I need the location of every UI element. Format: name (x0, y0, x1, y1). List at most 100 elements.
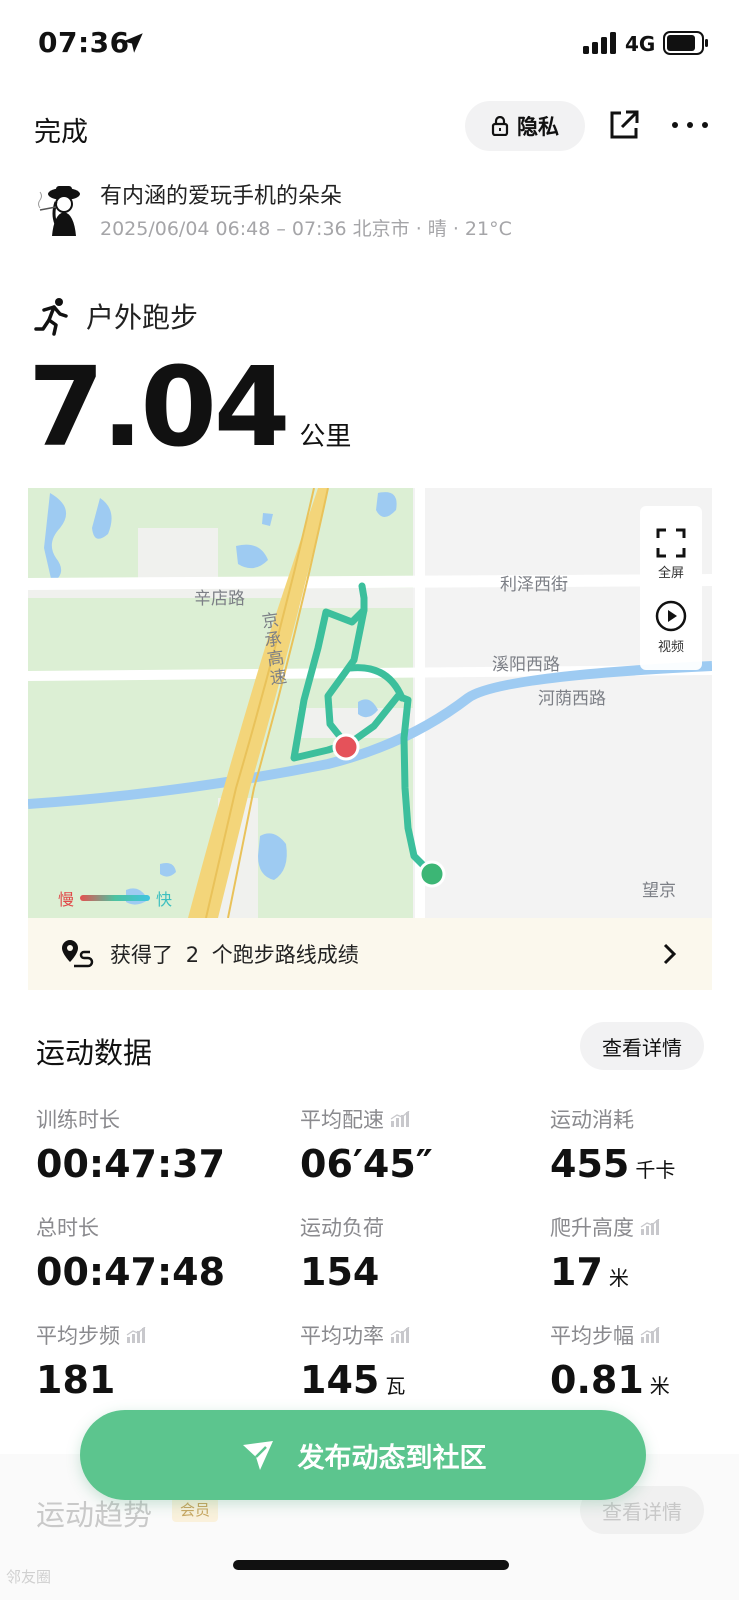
route-pin-icon (62, 940, 94, 968)
more-options-icon[interactable] (670, 108, 710, 142)
stat-value-text: 0.81 (550, 1358, 644, 1402)
publish-to-community-button[interactable]: 发布动态到社区 (80, 1410, 646, 1500)
stat-item: 总时长 00:47:48 (36, 1212, 225, 1294)
done-button[interactable]: 完成 (34, 110, 88, 149)
watermark: 邻友圈 (6, 1568, 52, 1586)
end-point-marker (418, 860, 446, 888)
stat-value: 17 米 (550, 1250, 660, 1294)
stat-label: 平均功率 (300, 1320, 410, 1350)
stat-value: 455 千卡 (550, 1142, 675, 1186)
activity-name: 户外跑步 (86, 301, 199, 334)
signal-bars-icon (583, 32, 616, 54)
trend-chart-icon (390, 1327, 410, 1343)
distance-unit: 公里 (299, 422, 352, 452)
stat-unit: 米 (649, 1374, 670, 1398)
fullscreen-button[interactable]: 全屏 (640, 528, 702, 581)
stat-label-text: 运动消耗 (550, 1108, 634, 1132)
trend-chart-icon (640, 1219, 660, 1235)
achievement-count: 2 (185, 943, 200, 967)
stat-value-text: 455 (550, 1142, 630, 1186)
home-indicator[interactable] (233, 1560, 509, 1570)
battery-icon (663, 31, 708, 55)
stat-value: 145 瓦 (300, 1358, 410, 1402)
stat-label: 平均步幅 (550, 1320, 670, 1350)
legend-slow: 慢 (58, 890, 75, 909)
stat-item: 训练时长 00:47:37 (36, 1104, 225, 1186)
play-video-icon (655, 600, 687, 632)
stat-unit: 瓦 (385, 1374, 406, 1398)
activity-meta: 2025/06/04 06:48 – 07:36 北京市 · 晴 · 21°C (100, 218, 512, 240)
route-map[interactable]: 辛店路 利泽西街 京承高速 溪阳西路 河荫西路 望京 全屏 视频 慢 快 (28, 488, 712, 918)
trend-chart-icon (390, 1111, 410, 1127)
privacy-label: 隐私 (517, 115, 559, 139)
distance: 7.04 公里 (28, 352, 351, 462)
view-details-button[interactable]: 查看详情 (580, 1022, 704, 1070)
stat-value-text: 154 (300, 1250, 380, 1294)
stat-label: 运动负荷 (300, 1212, 384, 1242)
stat-item: 运动负荷 154 (300, 1212, 384, 1294)
stat-label-text: 平均配速 (300, 1108, 384, 1132)
stat-label-text: 平均步幅 (550, 1324, 634, 1348)
avatar[interactable] (34, 180, 90, 236)
user-info: 有内涵的爱玩手机的朵朵 2025/06/04 06:48 – 07:36 北京市… (0, 174, 739, 244)
location-arrow-icon (123, 33, 143, 53)
pace-legend: 慢 快 (58, 886, 172, 910)
legend-fast: 快 (156, 890, 173, 909)
send-icon (242, 1441, 273, 1470)
route-achievement-banner[interactable]: 获得了 2 个跑步路线成绩 (28, 918, 712, 990)
stat-label: 总时长 (36, 1212, 225, 1242)
stat-value: 0.81 米 (550, 1358, 670, 1402)
header: 完成 隐私 (0, 96, 739, 156)
network-type: 4G (625, 32, 656, 56)
trend-chart-icon (126, 1327, 146, 1343)
lock-icon (491, 116, 509, 136)
stat-label-text: 训练时长 (36, 1108, 120, 1132)
video-button[interactable]: 视频 (640, 600, 702, 655)
stat-label-text: 爬升高度 (550, 1216, 634, 1240)
stat-item: 运动消耗 455 千卡 (550, 1104, 675, 1186)
running-icon (34, 298, 68, 336)
share-icon[interactable] (607, 108, 641, 142)
privacy-button[interactable]: 隐私 (465, 101, 585, 151)
achievement-suffix: 个跑步路线成绩 (211, 943, 359, 967)
fullscreen-icon (656, 528, 686, 558)
fullscreen-label: 全屏 (657, 566, 684, 581)
member-badge: 会员 (172, 1497, 219, 1522)
stat-item: 爬升高度 17 米 (550, 1212, 660, 1294)
map-label-street: 利泽西街 (500, 575, 568, 595)
stat-item: 平均功率 145 瓦 (300, 1320, 410, 1402)
stat-label-text: 运动负荷 (300, 1216, 384, 1240)
map-label-road-2: 溪阳西路 (492, 655, 560, 675)
video-label: 视频 (657, 640, 684, 655)
achievement-prefix: 获得了 (110, 943, 173, 967)
stat-unit: 千卡 (635, 1158, 676, 1182)
stat-label: 平均步频 (36, 1320, 146, 1350)
stat-value: 00:47:48 (36, 1250, 225, 1294)
chevron-right-icon (663, 943, 677, 965)
stat-label: 运动消耗 (550, 1104, 675, 1134)
status-bar: 07:36 4G (0, 0, 739, 88)
map-label-area: 望京 (642, 881, 676, 901)
pace-gradient-bar (80, 895, 151, 901)
stat-value-text: 00:47:37 (36, 1142, 226, 1186)
stat-value-text: 181 (36, 1358, 116, 1402)
stat-label: 训练时长 (36, 1104, 225, 1134)
stat-value-text: 06′45″ (300, 1142, 433, 1186)
stat-item: 平均步频 181 (36, 1320, 146, 1402)
stat-label-text: 平均功率 (300, 1324, 384, 1348)
stat-value-text: 145 (300, 1358, 380, 1402)
stat-value: 00:47:37 (36, 1142, 225, 1186)
stat-unit: 米 (608, 1266, 629, 1290)
stat-label: 平均配速 (300, 1104, 433, 1134)
publish-label: 发布动态到社区 (297, 1442, 487, 1474)
user-name: 有内涵的爱玩手机的朵朵 (100, 184, 343, 209)
stat-value-text: 00:47:48 (36, 1250, 226, 1294)
stat-label-text: 平均步频 (36, 1324, 120, 1348)
stat-value: 154 (300, 1250, 384, 1294)
trend-chart-icon (640, 1327, 660, 1343)
stat-label: 爬升高度 (550, 1212, 660, 1242)
stat-item: 平均步幅 0.81 米 (550, 1320, 670, 1402)
stat-value: 06′45″ (300, 1142, 433, 1186)
distance-value: 7.04 (28, 343, 290, 471)
stat-value-text: 17 (550, 1250, 603, 1294)
